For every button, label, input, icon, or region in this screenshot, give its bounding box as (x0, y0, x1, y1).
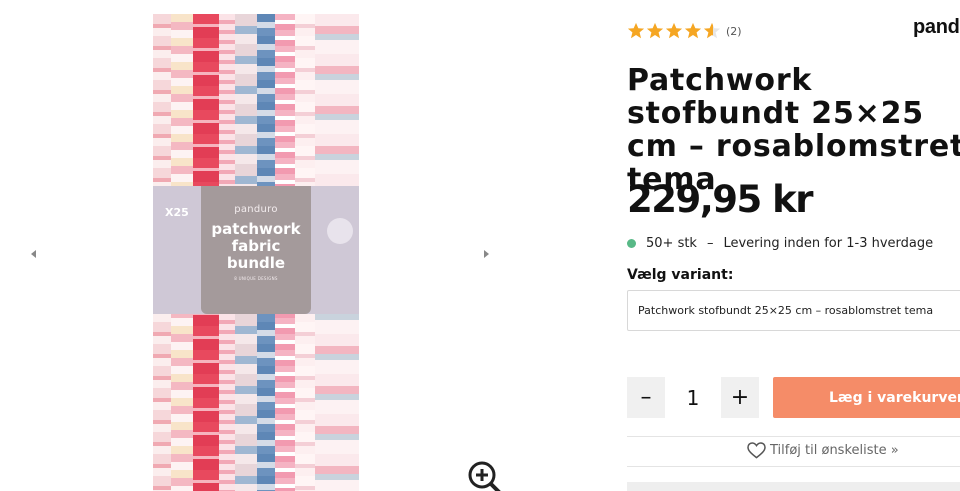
wishlist-label: Tilføj til ønskeliste » (770, 443, 899, 458)
stock-status: 50+ stk – Levering inden for 1-3 hverdag… (627, 236, 933, 251)
variant-label: Vælg variant: (627, 267, 734, 283)
product-title: Patchwork stofbundt 25×25 cm – rosabloms… (627, 63, 960, 197)
label-title-line1: patchwork (211, 220, 301, 238)
delivery-info: Levering inden for 1-3 hverdage (723, 236, 934, 251)
star-icon (684, 22, 702, 39)
label-panel: panduro patchwork fabric bundle 8 UNIQUE… (201, 186, 311, 314)
product-image[interactable]: X25 panduro patchwork fabric bundle 8 UN… (153, 14, 359, 491)
star-icon (627, 22, 645, 39)
gallery-next-button[interactable] (472, 240, 500, 268)
stock-separator: – (706, 236, 714, 251)
label-subtitle: 8 UNIQUE DESIGNS (234, 276, 278, 281)
variant-selected-value: Patchwork stofbundt 25×25 cm – rosabloms… (638, 304, 934, 317)
zoom-button[interactable] (467, 460, 503, 491)
star-half-icon (703, 22, 721, 39)
bottom-panel (627, 482, 960, 491)
chevron-right-icon (484, 250, 489, 258)
label-brand: panduro (234, 204, 278, 215)
product-rating[interactable]: (2) (627, 22, 742, 40)
add-to-cart-button[interactable]: Læg i varekurven (773, 377, 960, 418)
quantity-decrease-button[interactable]: – (627, 377, 665, 418)
gallery-prev-button[interactable] (20, 240, 48, 268)
heart-icon (747, 442, 766, 459)
star-icon (665, 22, 683, 39)
product-price: 229,95 kr (627, 178, 814, 221)
divider (627, 436, 960, 437)
product-gallery: X25 panduro patchwork fabric bundle 8 UN… (0, 0, 520, 491)
pack-count-label: X25 (165, 206, 189, 219)
divider (627, 466, 960, 467)
chevron-left-icon (31, 250, 36, 258)
product-details: (2) panduro Patchwork stofbundt 25×25 cm… (627, 0, 960, 491)
label-title-line2: fabric bundle (226, 237, 286, 272)
quantity-value[interactable]: 1 (665, 386, 721, 410)
star-icon (646, 22, 664, 39)
product-label-band: X25 panduro patchwork fabric bundle 8 UN… (153, 186, 359, 314)
variant-select[interactable]: Patchwork stofbundt 25×25 cm – rosabloms… (627, 290, 960, 331)
rating-count[interactable]: (2) (726, 25, 742, 38)
stock-dot-icon (627, 239, 636, 248)
zoom-in-icon (468, 461, 501, 491)
quantity-stepper: – 1 + (627, 377, 759, 418)
add-to-wishlist-link[interactable]: Tilføj til ønskeliste » (747, 442, 899, 459)
stock-count: 50+ stk (646, 236, 697, 251)
brand-logo[interactable]: panduro (913, 16, 960, 39)
label-badge (327, 218, 353, 244)
quantity-increase-button[interactable]: + (721, 377, 759, 418)
